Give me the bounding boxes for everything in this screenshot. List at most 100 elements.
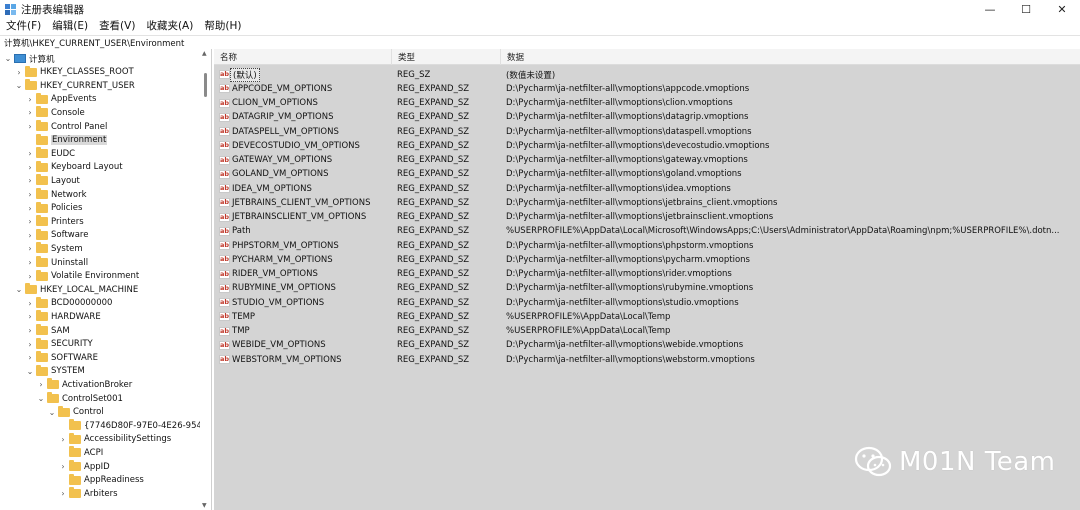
chevron-right-icon[interactable]: › bbox=[59, 435, 67, 444]
chevron-right-icon[interactable]: › bbox=[26, 340, 34, 349]
value-row[interactable]: ab WEBIDE_VM_OPTIONS REG_EXPAND_SZ D:\Pycha… bbox=[214, 338, 1080, 352]
value-row[interactable]: ab CLION_VM_OPTIONS REG_EXPAND_SZ D:\Pychar… bbox=[214, 96, 1080, 110]
chevron-down-icon[interactable]: ⌄ bbox=[4, 54, 12, 63]
tree-item[interactable]: › Control Panel bbox=[26, 120, 107, 133]
chevron-right-icon[interactable]: › bbox=[26, 190, 34, 199]
chevron-down-icon[interactable]: ⌄ bbox=[26, 367, 34, 376]
address-path[interactable]: 计算机\HKEY_CURRENT_USER\Environment bbox=[4, 37, 184, 49]
tree-item[interactable]: › SECURITY bbox=[26, 337, 93, 351]
value-row[interactable]: ab JETBRAINS_CLIENT_VM_OPTIONS REG_EXPAND_… bbox=[214, 196, 1080, 210]
chevron-right-icon[interactable]: › bbox=[26, 258, 34, 267]
tree-item[interactable]: › ActivationBroker bbox=[37, 378, 132, 391]
value-row[interactable]: ab IDEA_VM_OPTIONS REG_EXPAND_SZ D:\Pycharm… bbox=[214, 182, 1080, 196]
tree-item[interactable]: › AccessibilitySettings bbox=[59, 432, 171, 446]
tree-item[interactable]: › Software bbox=[26, 228, 88, 242]
value-row[interactable]: ab STUDIO_VM_OPTIONS REG_EXPAND_SZ D:\Pycha… bbox=[214, 296, 1080, 310]
minimize-button[interactable]: — bbox=[972, 0, 1008, 18]
scroll-up-icon[interactable]: ▲ bbox=[202, 50, 207, 57]
tree-item[interactable]: › EUDC bbox=[26, 147, 75, 160]
value-row[interactable]: ab (默认) REG_SZ (数值未设置) bbox=[214, 67, 1080, 82]
tree-item[interactable]: › Network bbox=[26, 188, 87, 201]
tree-item[interactable]: › Keyboard Layout bbox=[26, 160, 123, 174]
value-row[interactable]: ab PYCHARM_VM_OPTIONS REG_EXPAND_SZ D:\Pych… bbox=[214, 253, 1080, 267]
tree-item[interactable]: › Uninstall bbox=[26, 256, 88, 269]
scrollbar-thumb[interactable] bbox=[204, 73, 207, 97]
tree-item[interactable]: › Printers bbox=[26, 215, 84, 228]
tree-item[interactable]: › Policies bbox=[26, 201, 82, 215]
value-row[interactable]: ab WEBSTORM_VM_OPTIONS REG_EXPAND_SZ D:\Pyc… bbox=[214, 353, 1080, 367]
value-row[interactable]: ab DEVECOSTUDIO_VM_OPTIONS REG_EXPAND_SZ D:… bbox=[214, 139, 1080, 153]
value-row[interactable]: ab TMP REG_EXPAND_SZ %USERPROFILE%\AppData\… bbox=[214, 324, 1080, 338]
tree-item[interactable]: ACPI bbox=[59, 446, 103, 459]
value-row[interactable]: ab RUBYMINE_VM_OPTIONS REG_EXPAND_SZ D:\Pyc… bbox=[214, 281, 1080, 295]
chevron-right-icon[interactable]: › bbox=[26, 176, 34, 185]
chevron-down-icon[interactable]: ⌄ bbox=[15, 285, 23, 294]
chevron-right-icon[interactable]: › bbox=[26, 244, 34, 253]
tree-item[interactable]: › AppEvents bbox=[26, 92, 96, 106]
chevron-right-icon[interactable]: › bbox=[26, 163, 34, 172]
tree-item[interactable]: AppReadiness bbox=[59, 473, 144, 487]
menu-favorites[interactable]: 收藏夹(A) bbox=[140, 18, 198, 33]
chevron-right-icon[interactable]: › bbox=[26, 326, 34, 335]
value-row[interactable]: ab PHPSTORM_VM_OPTIONS REG_EXPAND_SZ D:\Pyc… bbox=[214, 239, 1080, 253]
tree-item[interactable]: ⌄ 计算机 bbox=[4, 52, 55, 65]
chevron-right-icon[interactable]: › bbox=[26, 312, 34, 321]
chevron-down-icon[interactable]: ⌄ bbox=[15, 81, 23, 90]
value-row[interactable]: ab TEMP REG_EXPAND_SZ %USERPROFILE%\AppData… bbox=[214, 310, 1080, 324]
tree-item[interactable]: ⌄ ControlSet001 bbox=[37, 392, 123, 405]
chevron-right-icon[interactable]: › bbox=[26, 272, 34, 281]
chevron-right-icon[interactable]: › bbox=[26, 231, 34, 240]
value-row[interactable]: ab Path REG_EXPAND_SZ %USERPROFILE%\AppData… bbox=[214, 224, 1080, 238]
value-row[interactable]: ab APPCODE_VM_OPTIONS REG_EXPAND_SZ D:\Pych… bbox=[214, 82, 1080, 96]
tree-item[interactable]: ⌄ Control bbox=[48, 405, 104, 419]
column-name-header[interactable]: 名称 bbox=[214, 49, 392, 65]
maximize-button[interactable]: ☐ bbox=[1008, 0, 1044, 18]
column-data-header[interactable]: 数据 bbox=[501, 49, 1080, 65]
value-row[interactable]: ab JETBRAINSCLIENT_VM_OPTIONS REG_EXPAND_S… bbox=[214, 210, 1080, 224]
chevron-right-icon[interactable]: › bbox=[59, 462, 67, 471]
chevron-right-icon[interactable]: › bbox=[26, 122, 34, 131]
scroll-down-icon[interactable]: ▼ bbox=[202, 502, 207, 509]
tree-item[interactable]: ⌄ HKEY_LOCAL_MACHINE bbox=[15, 283, 138, 296]
chevron-right-icon[interactable]: › bbox=[37, 380, 45, 389]
tree-item[interactable]: › BCD00000000 bbox=[26, 296, 112, 310]
value-row[interactable]: ab GATEWAY_VM_OPTIONS REG_EXPAND_SZ D:\Pych… bbox=[214, 153, 1080, 167]
chevron-right-icon[interactable]: › bbox=[26, 204, 34, 213]
chevron-right-icon[interactable]: › bbox=[26, 217, 34, 226]
tree-item[interactable]: › HARDWARE bbox=[26, 310, 101, 323]
tree-item[interactable]: › HKEY_CLASSES_ROOT bbox=[15, 65, 134, 79]
chevron-right-icon[interactable]: › bbox=[26, 95, 34, 104]
tree-item[interactable]: › SOFTWARE bbox=[26, 351, 98, 364]
tree-item[interactable]: {7746D80F-97E0-4E26-9543-2 bbox=[59, 419, 211, 432]
chevron-right-icon[interactable]: › bbox=[15, 68, 23, 77]
close-button[interactable]: ✕ bbox=[1044, 0, 1080, 18]
tree-item[interactable]: ⌄ HKEY_CURRENT_USER bbox=[15, 79, 135, 92]
tree-item[interactable]: › Layout bbox=[26, 174, 80, 187]
value-row[interactable]: ab DATASPELL_VM_OPTIONS REG_EXPAND_SZ D:\Py… bbox=[214, 125, 1080, 139]
tree-item[interactable]: Environment bbox=[26, 133, 108, 147]
menu-help[interactable]: 帮助(H) bbox=[198, 18, 246, 33]
tree-item[interactable]: › Console bbox=[26, 106, 85, 119]
chevron-right-icon[interactable]: › bbox=[26, 353, 34, 362]
address-bar[interactable]: 计算机\HKEY_CURRENT_USER\Environment bbox=[0, 35, 1080, 49]
chevron-right-icon[interactable]: › bbox=[26, 299, 34, 308]
value-row[interactable]: ab DATAGRIP_VM_OPTIONS REG_EXPAND_SZ D:\Pyc… bbox=[214, 110, 1080, 124]
column-type-header[interactable]: 类型 bbox=[392, 49, 501, 65]
menu-edit[interactable]: 编辑(E) bbox=[46, 18, 93, 33]
tree-item[interactable]: › SAM bbox=[26, 324, 70, 337]
tree-item[interactable]: › System bbox=[26, 242, 83, 255]
tree-item[interactable]: › Arbiters bbox=[59, 487, 118, 500]
value-row[interactable]: ab GOLAND_VM_OPTIONS REG_EXPAND_SZ D:\Pycha… bbox=[214, 167, 1080, 181]
tree-item[interactable]: ⌄ SYSTEM bbox=[26, 364, 85, 378]
chevron-down-icon[interactable]: ⌄ bbox=[37, 394, 45, 403]
chevron-right-icon[interactable]: › bbox=[59, 489, 67, 498]
value-row[interactable]: ab RIDER_VM_OPTIONS REG_EXPAND_SZ D:\Pychar… bbox=[214, 267, 1080, 281]
tree-scrollbar[interactable]: ▲ ▼ bbox=[200, 49, 211, 510]
menu-view[interactable]: 查看(V) bbox=[93, 18, 140, 33]
chevron-right-icon[interactable]: › bbox=[26, 108, 34, 117]
chevron-down-icon[interactable]: ⌄ bbox=[48, 408, 56, 417]
tree-item[interactable]: › AppID bbox=[59, 460, 110, 473]
menu-file[interactable]: 文件(F) bbox=[0, 18, 46, 33]
tree-item[interactable]: › Volatile Environment bbox=[26, 269, 139, 283]
chevron-right-icon[interactable]: › bbox=[26, 149, 34, 158]
